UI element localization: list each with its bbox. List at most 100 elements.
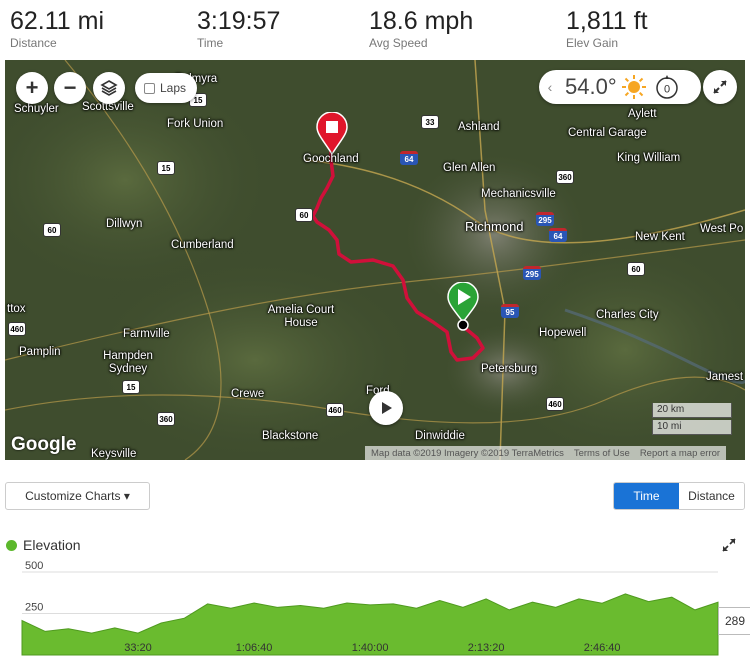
map-layers-button[interactable]: [93, 72, 125, 104]
place-label: Hampden Sydney: [103, 350, 153, 375]
chart-legend: Elevation: [6, 537, 81, 553]
route-shield: 15: [122, 380, 140, 394]
route-map[interactable]: Palmyra Scottsville Schuyler Fork Union …: [5, 60, 745, 460]
laps-toggle[interactable]: Laps: [135, 73, 197, 103]
time-toggle-button[interactable]: Time: [614, 483, 679, 509]
route-shield: 64: [549, 228, 567, 242]
place-label: Ashland: [458, 121, 500, 133]
place-label: West Po: [700, 223, 744, 235]
sun-icon: [621, 75, 646, 99]
map-attribution: Map data ©2019 Imagery ©2019 TerraMetric…: [365, 446, 727, 460]
y-tick-label: 500: [25, 560, 43, 572]
place-label: Glen Allen: [443, 162, 496, 174]
route-shield: 64: [400, 151, 418, 165]
distance-toggle-button[interactable]: Distance: [679, 483, 744, 509]
route-shield: 60: [627, 262, 645, 276]
scale-mi: 10 mi: [652, 420, 732, 435]
place-label: Dillwyn: [106, 218, 143, 230]
stat-label: Distance: [10, 36, 57, 50]
place-label: New Kent: [635, 231, 685, 243]
stat-label: Elev Gain: [566, 36, 619, 50]
place-label: Richmond: [465, 219, 524, 234]
stat-value: 1,811 ft: [566, 7, 648, 35]
google-logo: Google: [11, 434, 77, 455]
x-tick-label: 2:46:40: [584, 642, 621, 654]
stat-distance: 62.11 mi Distance: [10, 6, 104, 50]
report-error-link[interactable]: Report a map error: [640, 448, 720, 459]
place-label: Keysville: [91, 448, 137, 460]
route-shield: 33: [421, 115, 439, 129]
place-label: Pamplin: [19, 346, 61, 358]
wind-compass-icon: 0: [655, 75, 678, 99]
terms-link[interactable]: Terms of Use: [574, 448, 630, 459]
plus-icon: +: [25, 75, 39, 100]
place-label: Aylett: [628, 108, 657, 120]
start-marker-icon[interactable]: [446, 282, 480, 332]
customize-charts-button[interactable]: Customize Charts ▾: [5, 482, 150, 510]
play-route-button[interactable]: [369, 391, 403, 425]
x-tick-label: 33:20: [124, 642, 152, 654]
place-label: Blackstone: [262, 430, 319, 442]
expand-icon: [722, 538, 736, 552]
stat-time: 3:19:57 Time: [197, 6, 280, 50]
elevation-plot: 500250033:201:06:401:40:002:13:202:46:40: [21, 560, 719, 656]
series-dot-icon: [6, 539, 17, 551]
place-label: Dinwiddie: [415, 430, 465, 442]
route-shield: 460: [326, 403, 344, 417]
route-shield: 295: [536, 212, 554, 226]
stat-value: 18.6 mph: [369, 7, 474, 35]
wind-speed: 0: [664, 84, 670, 96]
weather-widget[interactable]: ‹ 54.0° 0: [539, 70, 701, 104]
place-label: Amelia Court House: [267, 304, 335, 329]
elevation-chart[interactable]: 500250033:201:06:401:40:002:13:202:46:40: [0, 560, 750, 663]
place-label: Cumberland: [171, 239, 234, 251]
route-shield: 360: [556, 170, 574, 184]
stat-value: 62.11 mi: [10, 7, 105, 35]
finish-marker-icon[interactable]: [315, 112, 349, 156]
current-elevation-badge: 289: [718, 607, 750, 635]
stat-avg-speed: 18.6 mph Avg Speed: [369, 6, 473, 50]
laps-checkbox[interactable]: [144, 82, 155, 94]
chart-title: Elevation: [23, 537, 81, 553]
route-shield: 460: [546, 397, 564, 411]
place-label: ttox: [7, 303, 26, 315]
route-shield: 60: [295, 208, 313, 222]
x-tick-label: 1:06:40: [236, 642, 273, 654]
y-tick-label: 250: [25, 602, 43, 614]
map-scale: 20 km 10 mi: [652, 403, 732, 437]
place-label: Farmville: [123, 328, 170, 340]
play-icon: [382, 402, 392, 414]
stat-label: Avg Speed: [369, 36, 428, 50]
x-tick-label: 2:13:20: [468, 642, 505, 654]
chart-expand-button[interactable]: [722, 538, 736, 557]
place-label: Charles City: [596, 309, 659, 321]
route-shield: 460: [8, 322, 26, 336]
stat-label: Time: [197, 36, 224, 50]
place-label: Goochland: [303, 153, 359, 165]
place-label: Hopewell: [539, 327, 587, 339]
route-shield: 295: [523, 266, 541, 280]
place-label: Mechanicsville: [481, 188, 556, 200]
fullscreen-button[interactable]: [703, 70, 737, 104]
layers-icon: [100, 80, 118, 96]
minus-icon: −: [63, 75, 77, 100]
ride-stats: 62.11 mi Distance 3:19:57 Time 18.6 mph …: [0, 0, 750, 60]
route-shield: 15: [157, 161, 175, 175]
place-label: Crewe: [231, 388, 265, 400]
stat-value: 3:19:57: [197, 7, 281, 35]
place-label: Schuyler: [14, 103, 59, 115]
stat-elev-gain: 1,811 ft Elev Gain: [566, 6, 648, 50]
route-shield: 360: [157, 412, 175, 426]
place-label: Central Garage: [568, 127, 647, 139]
zoom-in-button[interactable]: +: [16, 72, 48, 104]
chevron-left-icon[interactable]: ‹: [539, 79, 561, 95]
expand-icon: [713, 80, 727, 94]
place-label: Fork Union: [167, 118, 224, 130]
place-label: King William: [617, 152, 681, 164]
route-shield: 60: [43, 223, 61, 237]
zoom-out-button[interactable]: −: [54, 72, 86, 104]
x-tick-label: 1:40:00: [352, 642, 389, 654]
scale-km: 20 km: [652, 403, 732, 418]
place-label: Jamest: [706, 371, 744, 383]
axis-toggle: Time Distance: [613, 482, 745, 510]
